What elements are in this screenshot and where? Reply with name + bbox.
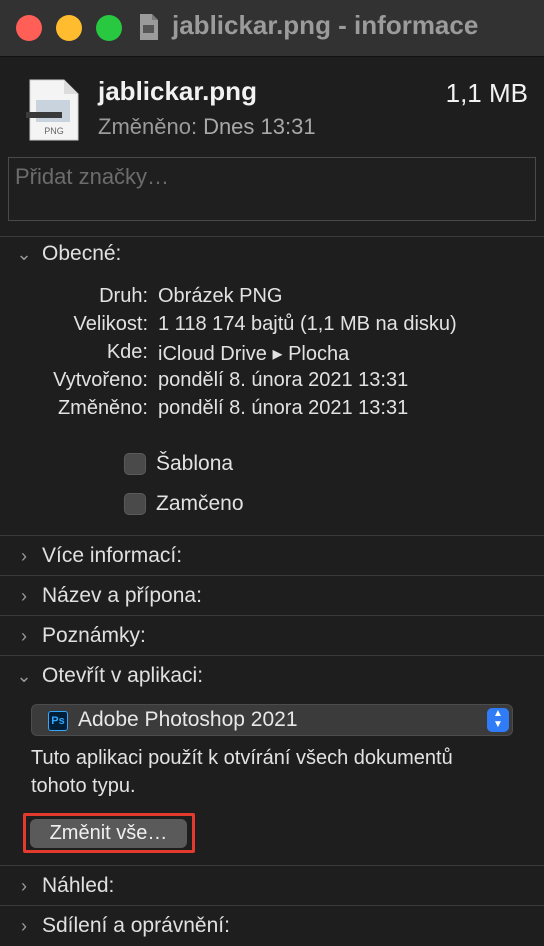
divider bbox=[0, 535, 544, 536]
chevron-right-icon: › bbox=[21, 626, 27, 646]
close-window-button[interactable] bbox=[16, 15, 42, 41]
document-icon bbox=[140, 14, 158, 40]
tags-placeholder: Přidat značky… bbox=[15, 164, 170, 189]
stationery-label: Šablona bbox=[156, 452, 234, 475]
section-more-info-label: Více informací: bbox=[42, 544, 183, 567]
chevron-down-icon: ⌄ bbox=[16, 666, 32, 686]
section-preview-header[interactable]: › Náhled: bbox=[16, 874, 114, 898]
divider bbox=[0, 236, 544, 237]
select-stepper-icon: ▲ ▼ bbox=[487, 708, 509, 732]
modified-summary: Změněno: Dnes 13:31 bbox=[98, 114, 316, 140]
section-name-extension-label: Název a přípona: bbox=[42, 584, 202, 607]
modified-label: Změněno: bbox=[98, 114, 198, 139]
chevron-right-icon: › bbox=[21, 876, 27, 896]
divider bbox=[0, 575, 544, 576]
chevron-right-icon: › bbox=[21, 586, 27, 606]
png-file-icon: PNG bbox=[26, 79, 79, 141]
section-general-label: Obecné: bbox=[42, 242, 122, 265]
minimize-window-button[interactable] bbox=[56, 15, 82, 41]
section-sharing-header[interactable]: › Sdílení a oprávnění: bbox=[16, 914, 230, 938]
photoshop-icon: Ps bbox=[48, 711, 68, 731]
stationery-checkbox[interactable] bbox=[124, 453, 146, 475]
section-name-extension-header[interactable]: › Název a přípona: bbox=[16, 584, 202, 608]
file-size: 1,1 MB bbox=[445, 78, 528, 108]
modified-value: Dnes 13:31 bbox=[203, 114, 316, 139]
locked-checkbox[interactable] bbox=[124, 493, 146, 515]
section-preview-label: Náhled: bbox=[42, 874, 115, 897]
zoom-window-button[interactable] bbox=[96, 15, 122, 41]
open-with-help: Tuto aplikaci použít k otvírání všech do… bbox=[31, 747, 453, 797]
kind-value: Obrázek PNG bbox=[158, 285, 283, 307]
divider bbox=[0, 655, 544, 656]
file-type-badge: PNG bbox=[44, 126, 64, 136]
divider bbox=[0, 615, 544, 616]
change-all-button[interactable]: Změnit vše… bbox=[30, 819, 187, 848]
chevron-right-icon: › bbox=[21, 546, 27, 566]
modified-label-row: Změněno: bbox=[57, 397, 148, 419]
application-select[interactable]: Ps Adobe Photoshop 2021 ▲ ▼ bbox=[31, 704, 513, 736]
section-more-info-header[interactable]: › Více informací: bbox=[16, 544, 182, 568]
modified-value-row: pondělí 8. února 2021 13:31 bbox=[158, 397, 409, 419]
section-comments-label: Poznámky: bbox=[42, 624, 146, 647]
title-bar: jablickar.png - informace bbox=[0, 0, 544, 57]
section-sharing-label: Sdílení a oprávnění: bbox=[42, 914, 230, 937]
file-name: jablickar.png bbox=[98, 76, 257, 106]
window-title: jablickar.png - informace bbox=[172, 10, 479, 40]
section-open-with-header[interactable]: ⌄ Otevřít v aplikaci: bbox=[16, 664, 203, 688]
application-name: Adobe Photoshop 2021 bbox=[78, 708, 298, 731]
section-general-header[interactable]: ⌄ Obecné: bbox=[16, 242, 121, 266]
where-label: Kde: bbox=[106, 341, 148, 363]
size-label: Velikost: bbox=[73, 313, 148, 335]
divider bbox=[0, 865, 544, 866]
chevron-down-icon: ⌄ bbox=[16, 244, 32, 264]
tags-input[interactable]: Přidat značky… bbox=[8, 157, 536, 221]
section-comments-header[interactable]: › Poznámky: bbox=[16, 624, 146, 648]
section-open-with-label: Otevřít v aplikaci: bbox=[42, 664, 204, 687]
divider bbox=[0, 905, 544, 906]
locked-label: Zamčeno bbox=[156, 492, 244, 515]
kind-label: Druh: bbox=[99, 285, 148, 307]
chevron-right-icon: › bbox=[21, 916, 27, 936]
where-value: iCloud Drive ▸ Plocha bbox=[158, 343, 350, 365]
created-label: Vytvořeno: bbox=[53, 369, 148, 391]
size-value: 1 118 174 bajtů (1,1 MB na disku) bbox=[158, 313, 457, 335]
created-value: pondělí 8. února 2021 13:31 bbox=[158, 369, 409, 391]
